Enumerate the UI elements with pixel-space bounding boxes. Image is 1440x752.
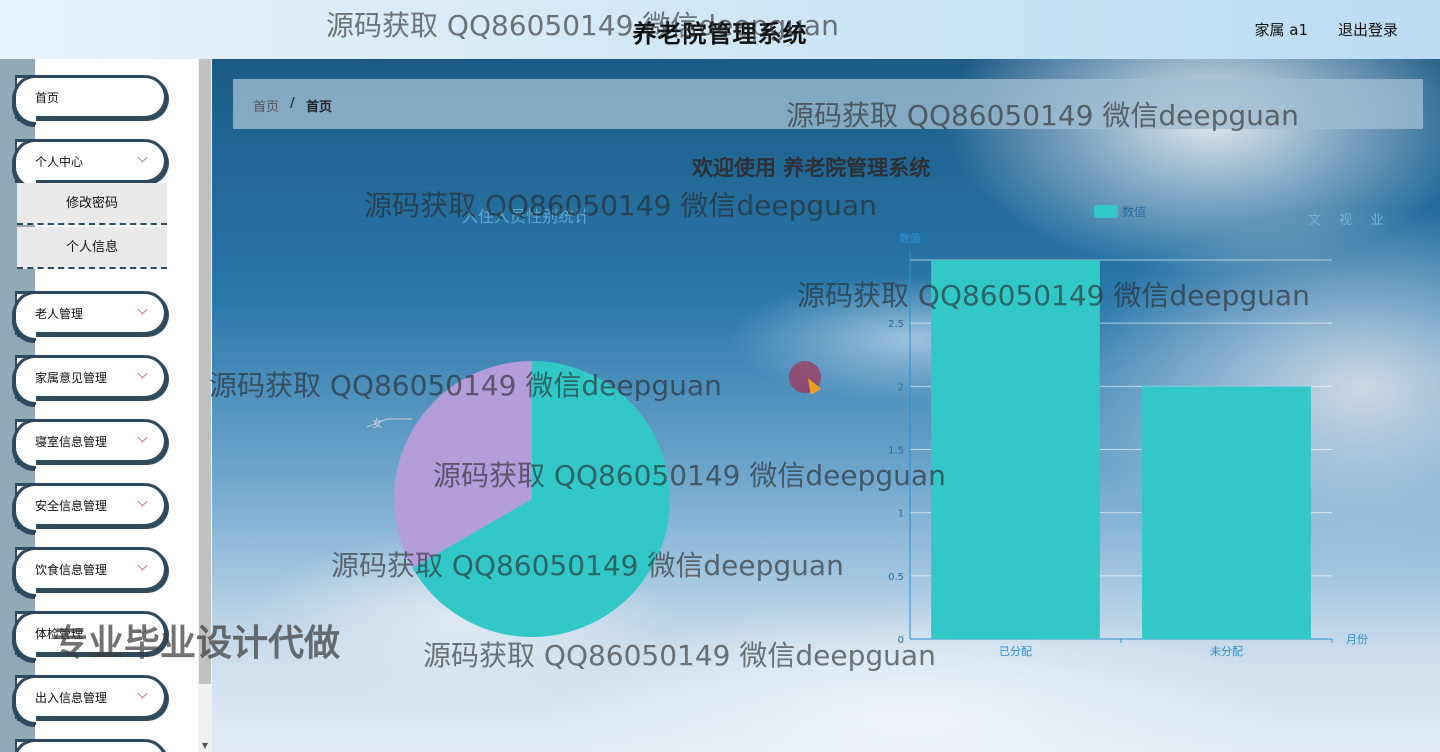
scroll-down-arrow-icon[interactable]: ▼ (198, 741, 212, 750)
chart-legend[interactable]: 数值 (1094, 203, 1146, 220)
sidebar-item-label: 饮食信息管理 (35, 563, 108, 577)
y-tick-label: 1 (898, 509, 904, 520)
y-tick-label: 2 (898, 382, 904, 393)
top-header: 养老院管理系统 家属 a1 退出登录 (0, 0, 1440, 59)
app-title: 养老院管理系统 (632, 20, 808, 48)
main-content: 首页 / 首页 欢迎使用 养老院管理系统 入住人员性别统计 女 男 数值 文 视… (212, 59, 1440, 752)
y-axis-label: 数值 (899, 232, 921, 245)
chevron-down-icon (137, 624, 148, 635)
pie-chart-title: 入住人员性别统计 (462, 207, 591, 226)
sidebar-item-elderly[interactable]: 老人管理 (13, 291, 167, 341)
sidebar-item-diet[interactable]: 饮食信息管理 (13, 547, 167, 597)
breadcrumb-item[interactable]: 首页 (253, 96, 279, 115)
y-tick-label: 3 (898, 256, 904, 267)
sidebar-item-label: 首页 (35, 91, 60, 105)
breadcrumb-item-current: 首页 (306, 100, 333, 115)
pie-label-male: 男 (686, 567, 697, 580)
bar-1[interactable] (1142, 386, 1311, 639)
y-tick-label: 0 (898, 635, 904, 646)
sidebar-item-safety[interactable]: 安全信息管理 (13, 483, 167, 533)
chevron-down-icon (137, 496, 148, 507)
sidebar-item-label: 家属意见管理 (35, 371, 108, 385)
sidebar-item-label: 出入信息管理 (35, 691, 108, 705)
sidebar-item-dormitory[interactable]: 寝室信息管理 (13, 419, 167, 469)
sidebar-item-personal-center[interactable]: 个人中心 (13, 139, 167, 189)
sidebar-item-checkup[interactable]: 体检管理 (13, 611, 167, 661)
chevron-down-icon (137, 152, 148, 163)
pie-chart (366, 359, 672, 639)
x-tick-label: 未分配 (1210, 645, 1243, 658)
submenu-item-personal-info[interactable]: 个人信息 (17, 227, 167, 269)
y-tick-label: 1.5 (888, 446, 904, 457)
chevron-down-icon (137, 560, 148, 571)
sidebar-item-label: 体检管理 (35, 627, 84, 641)
pie-label-female: 女 (372, 417, 383, 430)
chevron-down-icon (137, 368, 148, 379)
welcome-text: 欢迎使用 养老院管理系统 (692, 156, 931, 180)
chevron-down-icon (137, 688, 148, 699)
x-axis-label: 月份 (1346, 633, 1368, 646)
sidebar: 首页 个人中心 修改密码 个人信息 老人管理 家属意见管理 寝室信息管理 安全信… (0, 59, 212, 752)
sidebar-item-label: 老人管理 (35, 307, 84, 321)
legend-label: 数值 (1122, 205, 1147, 219)
sidebar-scrollbar[interactable]: ▼ (198, 59, 212, 752)
pie-chart-svg (366, 361, 670, 637)
sidebar-item-label: 个人中心 (35, 155, 84, 169)
x-tick-label: 已分配 (999, 645, 1032, 658)
bar-chart: 0 0.5 1 1.5 2 2.5 3 数值月份已分配 未分配 (882, 224, 1402, 664)
bar-chart-svg: 0 0.5 1 1.5 2 2.5 3 数值月份已分配 未分配 (888, 232, 1368, 658)
bar-0[interactable] (931, 260, 1100, 639)
chevron-down-icon (137, 304, 148, 315)
breadcrumb: 首页 / 首页 (233, 79, 1423, 129)
sidebar-item-label: 安全信息管理 (35, 499, 108, 513)
sidebar-item-home[interactable]: 首页 (13, 75, 167, 125)
y-tick-label: 0.5 (888, 572, 904, 583)
sidebar-item-more[interactable] (13, 739, 167, 752)
sidebar-item-family-feedback[interactable]: 家属意见管理 (13, 355, 167, 405)
y-tick-label: 2.5 (888, 319, 904, 330)
scrollbar-thumb[interactable] (199, 59, 211, 684)
breadcrumb-separator: / (290, 96, 295, 111)
chevron-down-icon (137, 432, 148, 443)
sidebar-item-label: 寝室信息管理 (35, 435, 108, 449)
sidebar-item-access[interactable]: 出入信息管理 (13, 675, 167, 725)
current-user-label: 家属 a1 (1254, 21, 1308, 39)
legend-swatch (1094, 205, 1118, 218)
logout-link[interactable]: 退出登录 (1338, 19, 1398, 40)
submenu-item-change-password[interactable]: 修改密码 (17, 183, 167, 225)
